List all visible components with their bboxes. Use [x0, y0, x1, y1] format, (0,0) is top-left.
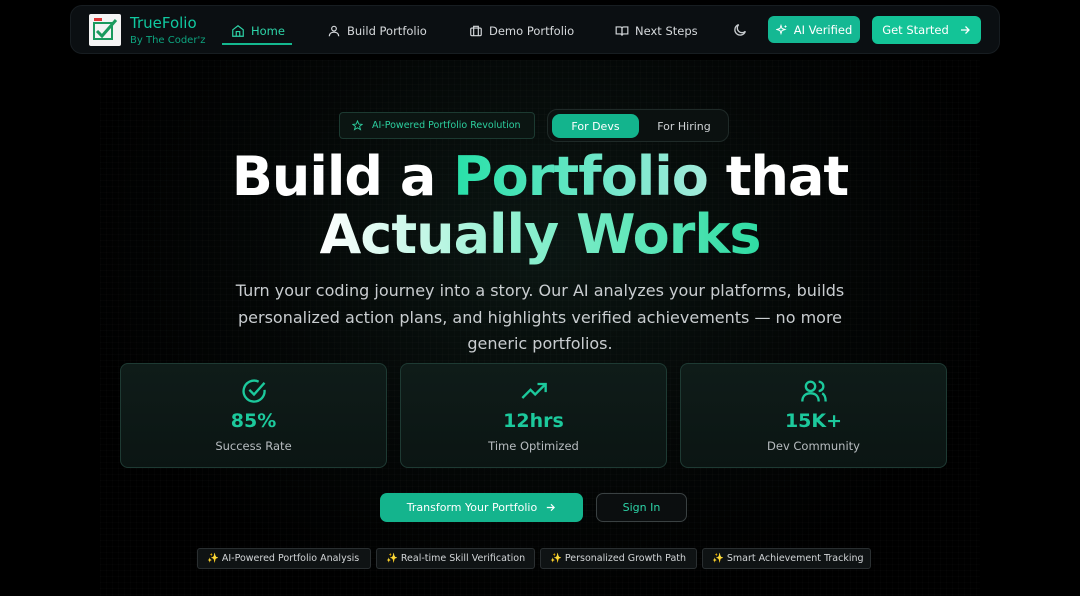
nav-build-label: Build Portfolio	[347, 24, 427, 38]
toggle-for-devs[interactable]: For Devs	[552, 114, 639, 138]
navbar: TrueFolio By The Coder'z Home Build Port…	[70, 5, 1000, 54]
stat-card-time: 12hrs Time Optimized	[400, 363, 667, 468]
arrow-right-icon	[547, 503, 556, 512]
stat-card-community: 15K+ Dev Community	[680, 363, 947, 468]
stat-label: Success Rate	[215, 439, 292, 453]
headline-part-c: that	[707, 145, 850, 208]
audience-toggle: For Devs For Hiring	[547, 109, 729, 142]
star-icon	[352, 120, 363, 131]
get-started-button[interactable]: Get Started	[872, 16, 981, 44]
ai-verified-label: AI Verified	[793, 22, 853, 37]
headline-highlight: Portfolio	[453, 145, 709, 208]
nav-home[interactable]: Home	[231, 18, 285, 44]
active-tab-indicator	[222, 43, 292, 45]
hero-subtitle: Turn your coding journey into a story. O…	[235, 281, 845, 353]
stat-value: 12hrs	[503, 410, 564, 432]
ai-verified-button[interactable]: AI Verified	[768, 16, 860, 43]
check-circle-icon	[242, 379, 266, 403]
stat-label: Dev Community	[767, 439, 860, 453]
headline-line-2: Actually Works	[0, 203, 1080, 266]
nav-next-steps[interactable]: Next Steps	[615, 18, 698, 44]
hero-badge-label: AI-Powered Portfolio Revolution	[372, 120, 521, 131]
stat-card-success: 85% Success Rate	[120, 363, 387, 468]
users-icon	[801, 380, 827, 402]
feature-chip: ✨ Personalized Growth Path	[540, 548, 697, 569]
brand-name[interactable]: TrueFolio	[130, 14, 197, 32]
headline-part-a: Build a	[231, 145, 454, 208]
hero-badge: AI-Powered Portfolio Revolution	[339, 112, 535, 139]
nav-build-portfolio[interactable]: Build Portfolio	[327, 18, 427, 44]
user-icon	[328, 25, 340, 37]
feature-chip: ✨ Smart Achievement Tracking	[702, 548, 871, 569]
moon-icon[interactable]	[732, 22, 748, 38]
headline-line-1: Build a Portfolio that	[0, 145, 1080, 208]
brand-subtitle: By The Coder'z	[130, 35, 206, 46]
transform-label: Transform Your Portfolio	[406, 501, 538, 514]
logo-icon[interactable]	[89, 14, 121, 46]
transform-portfolio-button[interactable]: Transform Your Portfolio	[380, 493, 583, 522]
book-icon	[615, 26, 629, 36]
get-started-label: Get Started	[882, 23, 949, 37]
feature-chip: ✨ AI-Powered Portfolio Analysis	[197, 548, 371, 569]
nav-next-label: Next Steps	[635, 24, 698, 38]
sign-in-button[interactable]: Sign In	[596, 493, 687, 522]
nav-demo-portfolio[interactable]: Demo Portfolio	[469, 18, 574, 44]
home-icon	[232, 25, 244, 37]
trending-up-icon	[521, 382, 547, 399]
sparkles-icon	[775, 23, 787, 35]
briefcase-icon	[470, 25, 482, 37]
stat-value: 15K+	[784, 410, 843, 432]
feature-chip: ✨ Real-time Skill Verification	[376, 548, 535, 569]
toggle-for-hiring[interactable]: For Hiring	[644, 114, 724, 138]
stat-value: 85%	[230, 410, 277, 432]
stat-label: Time Optimized	[488, 439, 579, 453]
nav-home-label: Home	[251, 24, 285, 38]
arrow-right-icon	[960, 26, 970, 34]
nav-demo-label: Demo Portfolio	[489, 24, 575, 38]
headline-line-2-text: Actually Works	[319, 203, 762, 266]
